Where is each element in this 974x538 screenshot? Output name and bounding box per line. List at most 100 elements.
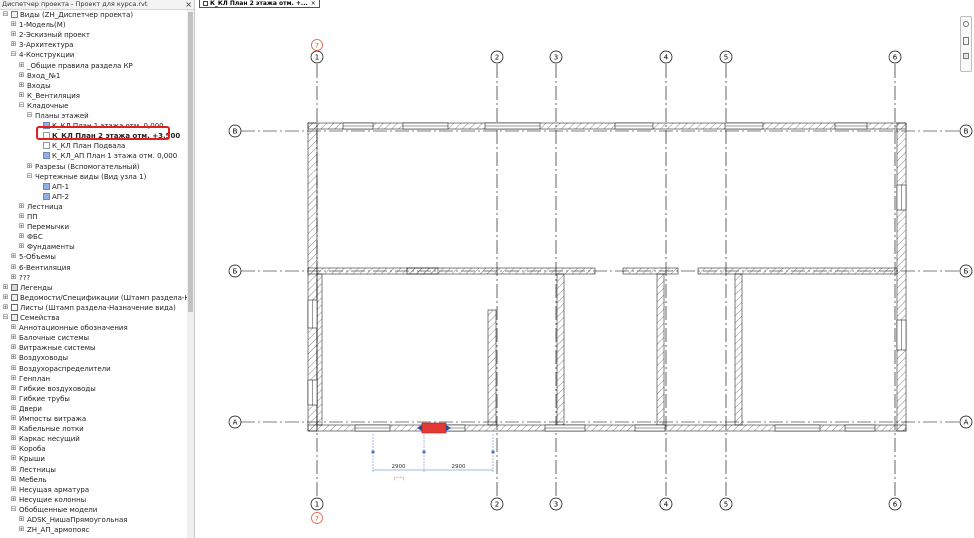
tree-item[interactable]: ⊞ 1-Модель(М) [0,20,186,30]
collapse-icon[interactable]: ⊟ [2,314,9,321]
expand-icon[interactable]: ⊞ [10,253,17,260]
tree-item[interactable]: ⊞ Воздухораспределители [0,364,186,374]
expand-icon[interactable]: ⊞ [10,495,17,503]
tree-item[interactable]: ⊞??? [0,273,186,283]
tree-item[interactable]: ⊞ Лестницы [0,465,186,475]
expand-icon[interactable]: ⊞ [10,41,17,48]
floor-plan-drawing[interactable]: 1 1 2 2 3 3 4 4 5 5 6 6 В В Б Б А А 7 7 2900 2900 (^^) [195,0,974,538]
expand-icon[interactable]: ⊞ [10,324,17,331]
expand-icon[interactable]: ⊞ [2,293,9,301]
collapse-icon[interactable]: ⊟ [2,11,9,18]
tree-item[interactable]: ⊞ Гибкие трубы [0,394,186,404]
expand-icon[interactable]: ⊞ [2,283,9,291]
zoom-icon[interactable] [963,37,969,45]
expand-icon[interactable]: ⊞ [18,81,25,89]
expand-icon[interactable]: ⊞ [18,526,25,533]
tree-item[interactable]: АП-1 [0,182,186,192]
collapse-icon[interactable]: ⊟ [10,51,17,58]
tree-item[interactable]: ⊞ _Общие правила раздела КР [0,61,186,71]
tree-item[interactable]: ⊟ Обобщенные модели [0,505,186,515]
tree-item[interactable]: ⊞ ZH_АП_армопояс [0,525,186,535]
tree-item[interactable]: ⊞ Перемычки [0,222,186,232]
expand-icon[interactable]: ⊞ [2,303,9,311]
tree-item[interactable]: ⊟ Чертежные виды (Вид узла 1) [0,172,186,182]
tree-item[interactable]: ⊞ Аннотационные обозначения [0,323,186,333]
tree-item[interactable]: ⊞ Лестница [0,202,186,212]
tree-item[interactable]: ⊞ Витражные системы [0,343,186,353]
expand-icon[interactable]: ⊞ [10,445,17,452]
expand-icon[interactable]: ⊞ [10,465,17,473]
expand-icon[interactable]: ⊞ [18,213,25,220]
tree-item[interactable]: ⊞ ФБС [0,232,186,242]
tree-item[interactable]: ⊟ Планы этажей [0,111,186,121]
tree-item[interactable]: К_КЛ План Подвала [0,141,186,151]
expand-icon[interactable]: ⊞ [10,485,17,493]
close-icon[interactable]: × [185,0,192,9]
expand-icon[interactable]: ⊞ [10,384,17,392]
zoom-extents-icon[interactable] [963,53,969,59]
expand-icon[interactable]: ⊞ [10,404,17,412]
project-browser-scrollbar[interactable] [187,10,194,538]
expand-icon[interactable]: ⊞ [10,354,17,361]
collapse-icon[interactable]: ⊟ [18,101,25,109]
expand-icon[interactable]: ⊞ [10,273,17,281]
expand-icon[interactable]: ⊞ [10,334,17,341]
tree-item[interactable]: ⊞ Короба [0,444,186,454]
drawing-area[interactable]: К_КЛ План 2 этажа отм. +... × 11223344556… [195,0,974,538]
tree-item[interactable]: К_КЛ_АП План 1 этажа отм. 0,000 [0,151,186,161]
tree-item[interactable]: ⊞ Разрезы (Вспомогательный) [0,162,186,172]
expand-icon[interactable]: ⊞ [10,415,17,422]
expand-icon[interactable]: ⊞ [10,374,17,382]
tree-item[interactable]: ⊞ Крыши [0,454,186,464]
expand-icon[interactable]: ⊞ [18,243,25,250]
tree-item[interactable]: ⊞ 6-Вентиляция [0,263,186,273]
expand-icon[interactable]: ⊞ [10,364,17,372]
expand-icon[interactable]: ⊞ [10,475,17,483]
tree-item[interactable]: ⊞ Кабельные лотки [0,424,186,434]
tree-item[interactable]: ⊞ К_Вентиляция [0,91,186,101]
tree-item[interactable]: ⊞ Листы (Штамп раздела-Назначение вида) [0,303,186,313]
expand-icon[interactable]: ⊞ [18,71,25,79]
tree-item[interactable]: ⊞ Несущие колонны [0,495,186,505]
collapse-icon[interactable]: ⊟ [26,172,33,180]
expand-icon[interactable]: ⊞ [18,91,25,99]
expand-icon[interactable]: ⊞ [10,31,17,38]
tree-item[interactable]: ⊟ Виды (ZH_Диспетчер проекта) [0,10,186,20]
expand-icon[interactable]: ⊞ [18,233,25,240]
expand-icon[interactable]: ⊞ [26,162,33,170]
tree-item[interactable]: ⊟ Семейства [0,313,186,323]
tree-item[interactable]: ⊞ Импосты витража [0,414,186,424]
expand-icon[interactable]: ⊞ [10,435,17,442]
tree-item[interactable]: ⊞ 2-Эскизный проект [0,30,186,40]
tree-item[interactable]: ⊞ Входы [0,81,186,91]
expand-icon[interactable]: ⊞ [18,202,25,210]
collapse-icon[interactable]: ⊟ [26,112,33,119]
tree-item[interactable]: ⊞ Несущая арматура [0,485,186,495]
tree-item[interactable]: ⊞ ADSK_НишаПрямоугольная [0,515,186,525]
tree-item[interactable]: ⊟ Кладочные [0,101,186,111]
tree-item[interactable]: ⊞ Вход_№1 [0,71,186,81]
tree-item[interactable]: ⊞ Гибкие воздуховоды [0,384,186,394]
expand-icon[interactable]: ⊞ [18,61,25,69]
expand-icon[interactable]: ⊞ [10,344,17,351]
steering-wheel-icon[interactable] [963,21,969,27]
expand-icon[interactable]: ⊞ [18,223,25,230]
expand-icon[interactable]: ⊞ [18,516,25,523]
tree-item[interactable]: ⊞ ПП [0,212,186,222]
tree-item[interactable]: ⊞ 5-Объемы [0,252,186,262]
tree-item[interactable]: ⊞ Легенды [0,283,186,293]
tree-item[interactable]: ⊞ Фундаменты [0,242,186,252]
tree-item[interactable]: ⊞ Генплан [0,374,186,384]
tree-item[interactable]: ⊞ Балочные системы [0,333,186,343]
tree-item[interactable]: ⊞ Ведомости/Спецификации (Штамп раздела-Н… [0,293,194,303]
tree-item[interactable]: ⊞ Каркас несущий [0,434,186,444]
expand-icon[interactable]: ⊞ [10,263,17,271]
tree-item[interactable]: ⊞ Мебель [0,475,186,485]
tree-item[interactable]: ⊟ 4-Конструкции [0,50,186,60]
tree-item[interactable]: ⊞ 3-Архитектура [0,40,186,50]
expand-icon[interactable]: ⊞ [10,394,17,402]
tree-item[interactable]: ⊞ Воздуховоды [0,353,186,363]
expand-icon[interactable]: ⊞ [10,21,17,28]
expand-icon[interactable]: ⊞ [10,425,17,432]
expand-icon[interactable]: ⊞ [10,455,17,462]
